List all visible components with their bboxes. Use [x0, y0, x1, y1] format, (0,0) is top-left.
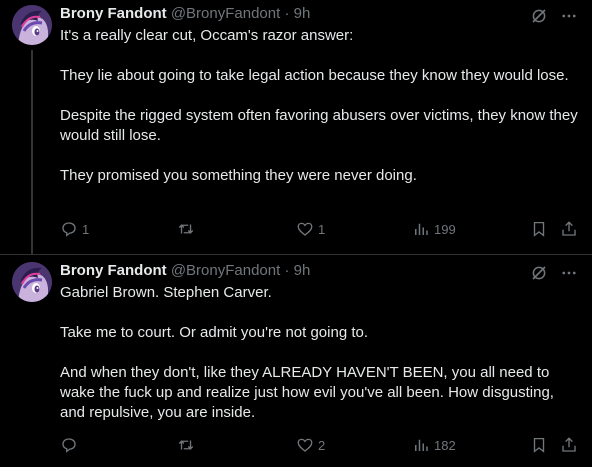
- share-icon: [562, 437, 576, 452]
- retweet-button[interactable]: [177, 218, 199, 240]
- grok-icon[interactable]: [530, 7, 548, 25]
- retweet-icon: [178, 440, 194, 450]
- display-name[interactable]: Brony Fandont: [60, 5, 167, 22]
- tweet[interactable]: Brony Fandont @BronyFandont · 9h It's a …: [0, 0, 592, 255]
- timestamp[interactable]: 9h: [294, 262, 311, 279]
- tweet-text: It's a really clear cut, Occam's razor a…: [60, 26, 580, 206]
- tweet-paragraph: They lie about going to take legal actio…: [60, 67, 569, 84]
- thread-line: [31, 50, 33, 255]
- bookmark-button[interactable]: [530, 218, 548, 240]
- action-bar: 2 182: [60, 434, 580, 456]
- view-count: 199: [434, 221, 456, 237]
- more-icon[interactable]: [560, 7, 578, 25]
- tweet-paragraph: Despite the rigged system often favoring…: [60, 107, 578, 144]
- view-count: 182: [434, 437, 456, 453]
- action-bar: 1 1 199: [60, 218, 580, 240]
- like-icon: [297, 222, 313, 236]
- tweet-paragraph: Gabriel Brown. Stephen Carver.: [60, 284, 272, 301]
- tweet[interactable]: Brony Fandont @BronyFandont · 9h Gabriel…: [0, 254, 592, 467]
- like-icon: [297, 438, 313, 452]
- avatar[interactable]: [12, 5, 52, 45]
- retweet-button[interactable]: [177, 434, 199, 456]
- views-button[interactable]: 199: [412, 218, 456, 240]
- tweet-text: Gabriel Brown. Stephen Carver. Take me t…: [60, 283, 580, 443]
- views-button[interactable]: 182: [412, 434, 456, 456]
- tweet-paragraph: And when they don't, like they ALREADY H…: [60, 364, 554, 421]
- reply-button[interactable]: 1: [60, 218, 89, 240]
- timestamp[interactable]: 9h: [294, 5, 311, 22]
- like-button[interactable]: 1: [296, 218, 325, 240]
- like-count: 2: [318, 437, 326, 453]
- grok-icon[interactable]: [530, 264, 548, 282]
- tweet-paragraph: Take me to court. Or admit you're not go…: [60, 324, 369, 341]
- bookmark-button[interactable]: [530, 434, 548, 456]
- display-name[interactable]: Brony Fandont: [60, 262, 167, 279]
- handle[interactable]: @BronyFandont: [171, 5, 280, 22]
- reply-icon: [62, 222, 76, 237]
- reply-count: 1: [82, 221, 90, 237]
- share-button[interactable]: [560, 218, 578, 240]
- share-button[interactable]: [560, 434, 578, 456]
- tweet-header: Brony Fandont @BronyFandont · 9h: [60, 4, 310, 24]
- more-icon[interactable]: [560, 264, 578, 282]
- share-icon: [562, 221, 576, 236]
- retweet-icon: [178, 224, 194, 234]
- like-button[interactable]: 2: [296, 434, 325, 456]
- avatar[interactable]: [12, 262, 52, 302]
- tweet-paragraph: It's a really clear cut, Occam's razor a…: [60, 27, 354, 44]
- tweet-paragraph: They promised you something they were ne…: [60, 167, 417, 184]
- like-count: 1: [318, 221, 326, 237]
- separator: ·: [284, 5, 290, 22]
- views-icon: [415, 439, 428, 451]
- handle[interactable]: @BronyFandont: [171, 262, 280, 279]
- tweet-header: Brony Fandont @BronyFandont · 9h: [60, 261, 310, 281]
- separator: ·: [284, 262, 290, 279]
- reply-button[interactable]: [60, 434, 82, 456]
- reply-icon: [62, 438, 76, 453]
- views-icon: [415, 223, 428, 235]
- bookmark-icon: [533, 437, 545, 453]
- bookmark-icon: [533, 221, 545, 237]
